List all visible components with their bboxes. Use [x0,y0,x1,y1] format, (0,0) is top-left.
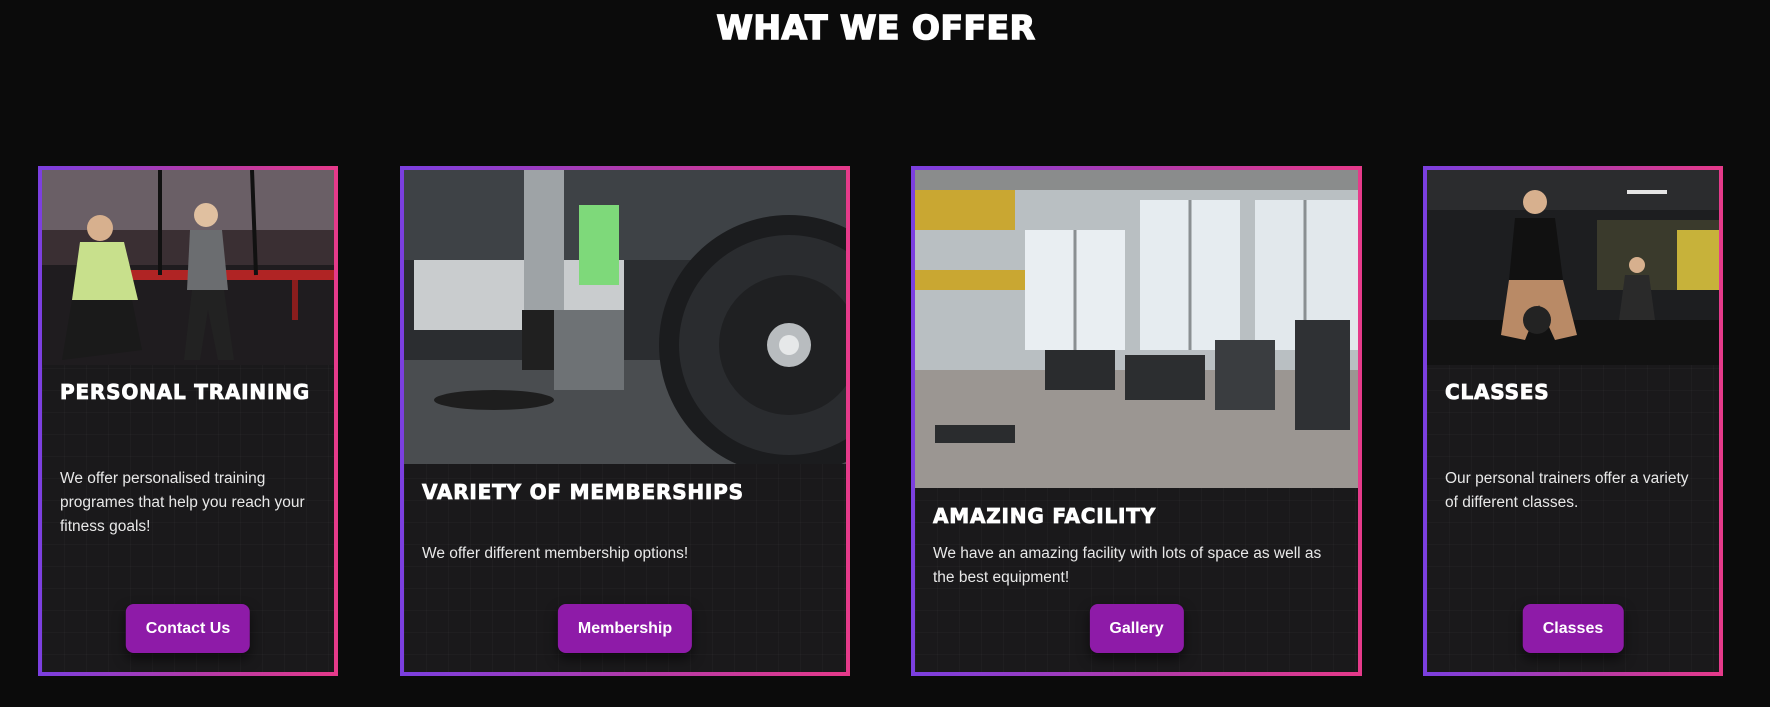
contact-us-button[interactable]: Contact Us [125,604,251,653]
classes-button[interactable]: Classes [1522,604,1624,653]
card-title: AMAZING FACILITY [933,504,1156,529]
card-description: We offer different membership options! [422,545,689,562]
card-facility: AMAZING FACILITY We have an amazing faci… [911,166,1362,676]
card-title: CLASSES [1445,380,1550,405]
card-description: We have an amazing facility with lots of… [933,545,1322,586]
card-description: We offer personalised training programes… [60,470,305,535]
barbell-plate-photo [404,170,846,464]
gallery-button[interactable]: Gallery [1089,604,1184,653]
kettlebell-class-photo [1427,170,1719,365]
trx-training-photo [42,170,334,365]
membership-button[interactable]: Membership [557,604,693,653]
card-title: PERSONAL TRAINING [60,380,310,405]
card-memberships: VARIETY OF MEMBERSHIPS We offer differen… [400,166,850,676]
section-title: WHAT WE OFFER [716,7,1036,48]
card-description: Our personal trainers offer a variety of… [1445,470,1689,511]
gym-interior-photo [915,170,1358,488]
card-classes: CLASSES Our personal trainers offer a va… [1423,166,1723,676]
card-personal-training: PERSONAL TRAINING We offer personalised … [38,166,338,676]
card-title: VARIETY OF MEMBERSHIPS [422,480,744,505]
